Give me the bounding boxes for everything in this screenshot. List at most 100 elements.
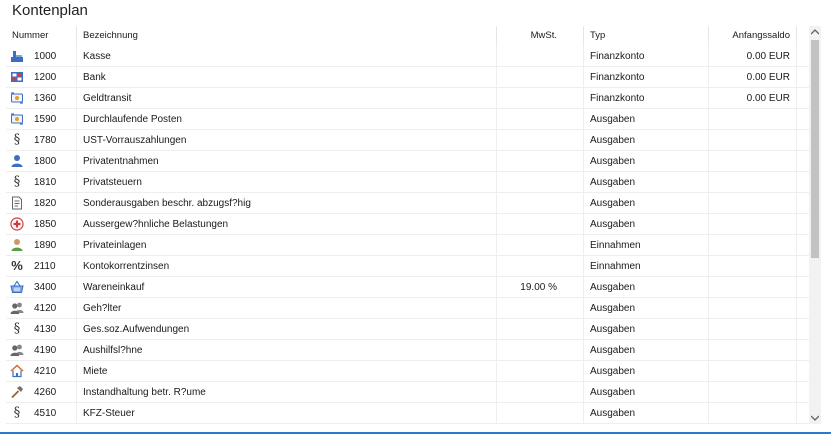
cell-spacer — [796, 276, 809, 298]
cell-typ: Ausgaben — [583, 150, 708, 172]
cell-spacer — [796, 213, 809, 235]
cell-mwst — [496, 402, 583, 424]
account-number: 1800 — [34, 155, 57, 167]
table-row[interactable]: § 4130 Ges.soz.Aufwendungen Ausgaben — [6, 318, 809, 340]
cell-mwst — [496, 381, 583, 403]
table-row[interactable]: 1200 Bank Finanzkonto 0.00 EUR — [6, 66, 809, 88]
column-header-typ[interactable]: Typ — [583, 26, 708, 46]
cell-bezeichnung: Sonderausgaben beschr. abzugsf?hig — [76, 192, 496, 214]
scrollbar-thumb[interactable] — [811, 40, 819, 258]
column-header-bezeichnung[interactable]: Bezeichnung — [76, 26, 496, 46]
cell-nummer: 1000 — [6, 46, 76, 67]
column-header-nummer[interactable]: Nummer — [6, 26, 76, 46]
cell-typ: Ausgaben — [583, 276, 708, 298]
account-number: 4210 — [34, 365, 57, 377]
account-number: 1890 — [34, 239, 57, 251]
table-row[interactable]: 1360 Geldtransit Finanzkonto 0.00 EUR — [6, 87, 809, 109]
cell-anfangssaldo — [708, 129, 796, 151]
account-number: 1810 — [34, 176, 57, 188]
table-row[interactable]: § 1810 Privatsteuern Ausgaben — [6, 171, 809, 193]
cash-register-icon — [10, 49, 24, 63]
account-number: 4120 — [34, 302, 57, 314]
table-row[interactable]: 1820 Sonderausgaben beschr. abzugsf?hig Au… — [6, 192, 809, 214]
account-number: 4510 — [34, 407, 57, 419]
scroll-up-arrow-icon[interactable] — [809, 26, 821, 38]
cell-bezeichnung: Geh?lter — [76, 297, 496, 319]
account-number: 1000 — [34, 50, 57, 62]
cell-typ: Ausgaben — [583, 318, 708, 340]
cell-nummer: % 2110 — [6, 256, 76, 277]
cell-spacer — [796, 171, 809, 193]
table-header: Nummer Bezeichnung MwSt. Typ Anfangssald… — [6, 26, 809, 46]
cell-nummer: 4260 — [6, 382, 76, 403]
scroll-down-arrow-icon[interactable] — [809, 412, 821, 424]
money-transfer-icon — [10, 91, 24, 105]
cell-bezeichnung: Ges.soz.Aufwendungen — [76, 318, 496, 340]
cell-mwst — [496, 129, 583, 151]
paragraph-icon: § — [13, 132, 21, 147]
cell-anfangssaldo — [708, 402, 796, 424]
table-row[interactable]: 1590 Durchlaufende Posten Ausgaben — [6, 108, 809, 130]
cell-mwst — [496, 150, 583, 172]
cell-mwst — [496, 318, 583, 340]
hammer-icon — [10, 385, 24, 399]
cell-bezeichnung: Geldtransit — [76, 87, 496, 109]
cell-spacer — [796, 402, 809, 424]
cell-bezeichnung: Kontokorrentzinsen — [76, 255, 496, 277]
cell-nummer: 1800 — [6, 151, 76, 172]
cell-spacer — [796, 339, 809, 361]
cell-nummer: 1200 — [6, 67, 76, 88]
cell-typ: Ausgaben — [583, 171, 708, 193]
account-number: 4130 — [34, 323, 57, 335]
cell-nummer: § 1810 — [6, 172, 76, 193]
cell-bezeichnung: Privatsteuern — [76, 171, 496, 193]
cell-typ: Einnahmen — [583, 234, 708, 256]
accounts-table: Nummer Bezeichnung MwSt. Typ Anfangssald… — [6, 26, 809, 430]
table-row[interactable]: 1800 Privatentnahmen Ausgaben — [6, 150, 809, 172]
cell-nummer: § 4510 — [6, 403, 76, 424]
table-row[interactable]: % 2110 Kontokorrentzinsen Einnahmen — [6, 255, 809, 277]
cell-spacer — [796, 129, 809, 151]
table-row[interactable]: § 4510 KFZ-Steuer Ausgaben — [6, 402, 809, 424]
table-row[interactable]: 4260 Instandhaltung betr. R?ume Ausgaben — [6, 381, 809, 403]
column-header-anfangssaldo[interactable]: Anfangssaldo — [708, 26, 796, 46]
cell-typ: Ausgaben — [583, 360, 708, 382]
account-number: 4260 — [34, 386, 57, 398]
cell-spacer — [796, 45, 809, 67]
cell-mwst — [496, 45, 583, 67]
cell-bezeichnung: Aussergew?hnliche Belastungen — [76, 213, 496, 235]
table-row[interactable]: 4210 Miete Ausgaben — [6, 360, 809, 382]
cell-spacer — [796, 234, 809, 256]
column-header-mwst[interactable]: MwSt. — [496, 26, 583, 46]
table-row[interactable]: 4120 Geh?lter Ausgaben — [6, 297, 809, 319]
cell-mwst — [496, 171, 583, 193]
cell-bezeichnung: UST-Vorrauszahlungen — [76, 129, 496, 151]
cell-anfangssaldo — [708, 318, 796, 340]
table-row[interactable]: 1890 Privateinlagen Einnahmen — [6, 234, 809, 256]
table-row[interactable]: 3400 Wareneinkauf 19.00 % Ausgaben — [6, 276, 809, 298]
cell-bezeichnung: Instandhaltung betr. R?ume — [76, 381, 496, 403]
cell-anfangssaldo: 0.00 EUR — [708, 45, 796, 67]
people-icon — [10, 343, 24, 357]
table-body: 1000 Kasse Finanzkonto 0.00 EUR 1200 Bank Fina… — [6, 45, 809, 424]
cell-spacer — [796, 192, 809, 214]
cell-typ: Ausgaben — [583, 213, 708, 235]
column-header-spacer — [796, 26, 809, 46]
cell-anfangssaldo — [708, 360, 796, 382]
paragraph-icon: § — [13, 174, 21, 189]
cell-spacer — [796, 150, 809, 172]
table-row[interactable]: 1000 Kasse Finanzkonto 0.00 EUR — [6, 45, 809, 67]
people-icon — [10, 301, 24, 315]
account-number: 1780 — [34, 134, 57, 146]
table-row[interactable]: 4190 Aushilfsl?hne Ausgaben — [6, 339, 809, 361]
cell-bezeichnung: Miete — [76, 360, 496, 382]
cell-anfangssaldo — [708, 213, 796, 235]
vertical-scrollbar[interactable] — [809, 26, 821, 424]
cell-bezeichnung: Privatentnahmen — [76, 150, 496, 172]
cell-typ: Finanzkonto — [583, 87, 708, 109]
table-row[interactable]: § 1780 UST-Vorrauszahlungen Ausgaben — [6, 129, 809, 151]
cell-mwst — [496, 108, 583, 130]
cell-mwst — [496, 339, 583, 361]
bank-card-icon — [10, 70, 24, 84]
table-row[interactable]: 1850 Aussergew?hnliche Belastungen Ausgabe… — [6, 213, 809, 235]
